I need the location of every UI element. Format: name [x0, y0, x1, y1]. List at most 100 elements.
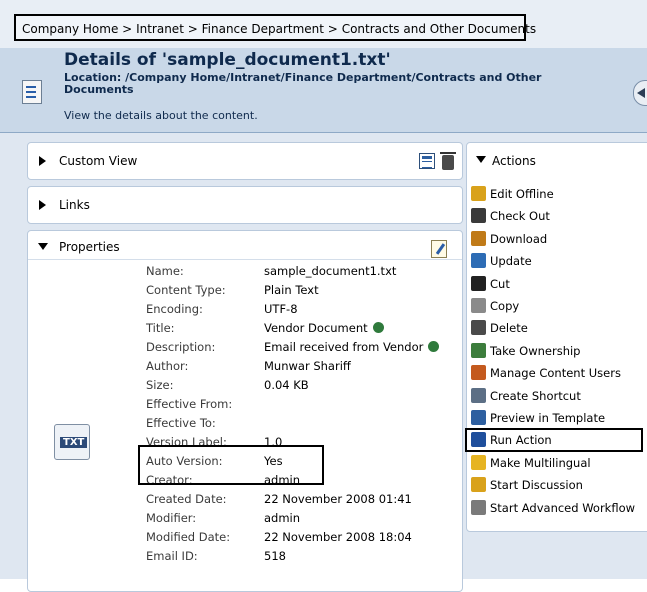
property-label: Effective To: [146, 416, 216, 430]
action-label: Create Shortcut [490, 389, 581, 403]
breadcrumb-company-home[interactable]: Company Home [22, 22, 118, 36]
description-value: Email received from Vendor [264, 340, 424, 354]
copy-icon [471, 298, 486, 313]
property-value: Email received from Vendor [264, 340, 440, 354]
breadcrumb-finance-department[interactable]: Finance Department [202, 22, 324, 36]
action-item[interactable]: Start Discussion [471, 475, 583, 495]
pencil-icon [471, 186, 486, 201]
property-value: UTF-8 [264, 302, 298, 316]
action-label: Delete [490, 321, 528, 335]
action-item[interactable]: Edit Offline [471, 184, 554, 204]
property-value: sample_document1.txt [264, 264, 397, 278]
property-label: Encoding: [146, 302, 203, 316]
property-label: Modifier: [146, 511, 197, 525]
property-label: Name: [146, 264, 184, 278]
shortcut-icon [471, 388, 486, 403]
trash-icon[interactable] [440, 152, 456, 170]
action-item[interactable]: Create Shortcut [471, 386, 581, 406]
workflow-icon [471, 500, 486, 515]
update-icon [471, 253, 486, 268]
preview-icon [471, 410, 486, 425]
globe-icon[interactable] [372, 322, 384, 333]
edit-properties-icon[interactable] [431, 240, 447, 258]
property-label: Title: [146, 321, 175, 335]
file-type-label: TXT [60, 437, 88, 448]
breadcrumb-separator: > [122, 22, 133, 36]
property-value: Munwar Shariff [264, 359, 351, 373]
ownership-icon [471, 343, 486, 358]
breadcrumb-bar: Company Home > Intranet > Finance Depart… [0, 0, 647, 48]
property-label: Content Type: [146, 283, 226, 297]
page-title: Details of 'sample_document1.txt' [64, 50, 391, 70]
page-subtitle: View the details about the content. [64, 109, 258, 122]
breadcrumb-separator: > [187, 22, 198, 36]
action-label: Copy [490, 299, 520, 313]
links-title[interactable]: Links [59, 198, 90, 212]
action-item[interactable]: Cut [471, 274, 510, 294]
discussion-icon [471, 477, 486, 492]
download-icon [471, 231, 486, 246]
property-label: Author: [146, 359, 189, 373]
property-label: Email ID: [146, 549, 198, 563]
breadcrumb: Company Home > Intranet > Finance Depart… [14, 14, 536, 41]
property-label: Modified Date: [146, 530, 231, 544]
action-label: Start Advanced Workflow [490, 501, 636, 515]
scissors-icon [471, 276, 486, 291]
action-label: Download [490, 232, 548, 246]
property-value: Vendor Document [264, 321, 384, 335]
action-label: Update [490, 254, 532, 268]
property-value: admin [264, 511, 301, 525]
action-item[interactable]: Preview in Template [471, 408, 605, 428]
action-item[interactable]: Check Out [471, 206, 550, 226]
globe-icon[interactable] [428, 341, 440, 352]
custom-view-title[interactable]: Custom View [59, 154, 137, 168]
expand-arrow-icon[interactable] [39, 200, 46, 210]
action-item[interactable]: Take Ownership [471, 341, 580, 361]
location-path: Location: /Company Home/Intranet/Finance… [64, 71, 542, 96]
action-item[interactable]: Start Advanced Workflow [471, 498, 635, 518]
property-value: 22 November 2008 18:04 [264, 530, 412, 544]
action-label: Take Ownership [490, 344, 581, 358]
txt-file-icon: TXT [54, 424, 90, 460]
version-highlight-box [138, 445, 324, 485]
action-label: Preview in Template [490, 411, 606, 425]
action-item[interactable]: Copy [471, 296, 519, 316]
property-value: 22 November 2008 01:41 [264, 492, 412, 506]
action-label: Cut [490, 277, 510, 291]
check-out-icon [471, 208, 486, 223]
custom-view-panel: Custom View [27, 142, 463, 180]
property-label: Size: [146, 378, 174, 392]
action-item[interactable]: Download [471, 229, 547, 249]
property-value: 518 [264, 549, 286, 563]
property-label: Created Date: [146, 492, 227, 506]
breadcrumb-separator: > [327, 22, 338, 36]
property-value: 0.04 KB [264, 378, 309, 392]
title-value: Vendor Document [264, 321, 368, 335]
collapse-arrow-icon[interactable] [38, 243, 48, 250]
action-label: Edit Offline [490, 187, 554, 201]
document-details-icon [22, 80, 42, 104]
action-label: Start Discussion [490, 478, 583, 492]
action-label: Manage Content Users [490, 366, 621, 380]
action-item[interactable]: Delete [471, 318, 528, 338]
links-panel: Links [27, 186, 463, 224]
run-action-highlight-box [465, 428, 643, 452]
property-label: Effective From: [146, 397, 233, 411]
actions-title[interactable]: Actions [492, 154, 536, 168]
properties-title[interactable]: Properties [59, 240, 120, 254]
preview-template-icon[interactable] [419, 153, 435, 169]
action-label: Check Out [490, 209, 550, 223]
action-item[interactable]: Manage Content Users [471, 363, 621, 383]
property-label: Description: [146, 340, 216, 354]
property-value: Plain Text [264, 283, 319, 297]
trash-icon [471, 320, 486, 335]
action-item[interactable]: Make Multilingual [471, 453, 591, 473]
multilingual-icon [471, 455, 486, 470]
action-label: Make Multilingual [490, 456, 591, 470]
breadcrumb-contracts[interactable]: Contracts and Other Documents [342, 22, 536, 36]
action-item[interactable]: Update [471, 251, 532, 271]
breadcrumb-intranet[interactable]: Intranet [136, 22, 184, 36]
expand-arrow-icon[interactable] [39, 156, 46, 166]
collapse-arrow-icon[interactable] [476, 156, 486, 163]
users-icon [471, 365, 486, 380]
